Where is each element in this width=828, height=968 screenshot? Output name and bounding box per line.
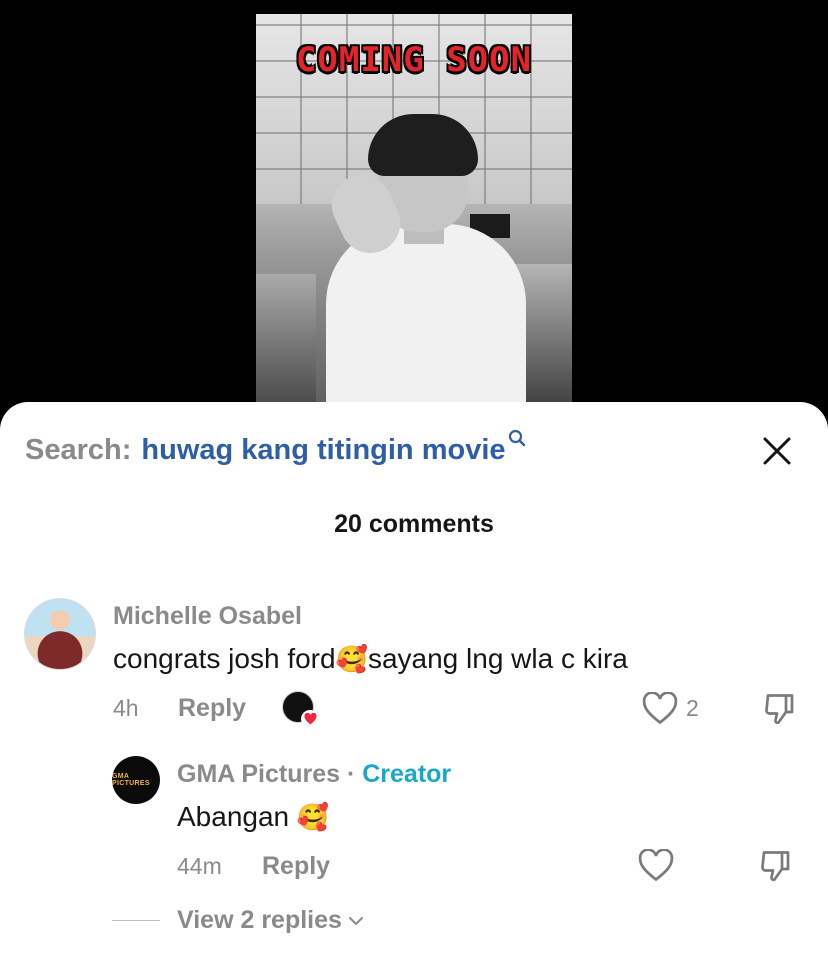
reply-button[interactable]: Reply (262, 852, 330, 881)
comments-count: 20 comments (334, 510, 494, 538)
video-background (256, 274, 316, 414)
reply-text: Abangan 🥰 (177, 801, 329, 833)
view-replies-button[interactable]: View 2 replies (112, 906, 364, 935)
search-query-link[interactable]: huwag kang titingin movie (141, 434, 505, 467)
view-replies-label: View 2 replies (177, 906, 342, 934)
divider (112, 920, 160, 921)
reply-time: 44m (177, 853, 222, 879)
chevron-down-icon (348, 916, 363, 925)
search-label: Search: (25, 434, 132, 466)
search-icon (508, 429, 525, 447)
video-person (326, 224, 526, 414)
reply-username[interactable]: GMA Pictures · Creator (177, 760, 451, 789)
avatar[interactable] (24, 598, 96, 670)
dislike-icon[interactable] (762, 691, 798, 727)
comment-text: congrats josh ford🥰sayang lng wla c kira (113, 643, 628, 675)
smiling-hearts-emoji: 🥰 (335, 644, 368, 674)
comment-text-part: sayang lng wla c kira (367, 643, 628, 674)
comment-text-part: congrats josh ford (113, 643, 336, 674)
video-preview[interactable]: COMING SOON (256, 14, 572, 414)
search-suggestion[interactable]: Search: huwag kang titingin movie (25, 429, 526, 467)
heart-like-icon[interactable] (638, 849, 674, 883)
comment-username[interactable]: Michelle Osabel (113, 602, 302, 631)
like-count: 2 (686, 695, 699, 721)
avatar[interactable]: GMA PICTURES (112, 756, 160, 804)
liked-by-creator-avatar (282, 691, 319, 728)
avatar-logo-text: GMA PICTURES (112, 773, 150, 787)
username-separator: · (340, 760, 363, 788)
creator-badge: Creator (362, 760, 452, 788)
reply-text-part: Abangan (177, 801, 297, 832)
heart-badge-icon (301, 710, 319, 728)
reply-button[interactable]: Reply (178, 694, 246, 723)
close-icon[interactable] (762, 436, 792, 466)
comment-time: 4h (113, 695, 139, 721)
dislike-icon[interactable] (758, 848, 794, 884)
reply-username-text: GMA Pictures (177, 760, 341, 788)
smiling-hearts-emoji: 🥰 (296, 802, 330, 832)
heart-like-icon[interactable] (642, 692, 678, 726)
video-overlay-title: COMING SOON (295, 40, 533, 80)
comments-sheet: Search: huwag kang titingin movie 20 com… (0, 402, 828, 968)
